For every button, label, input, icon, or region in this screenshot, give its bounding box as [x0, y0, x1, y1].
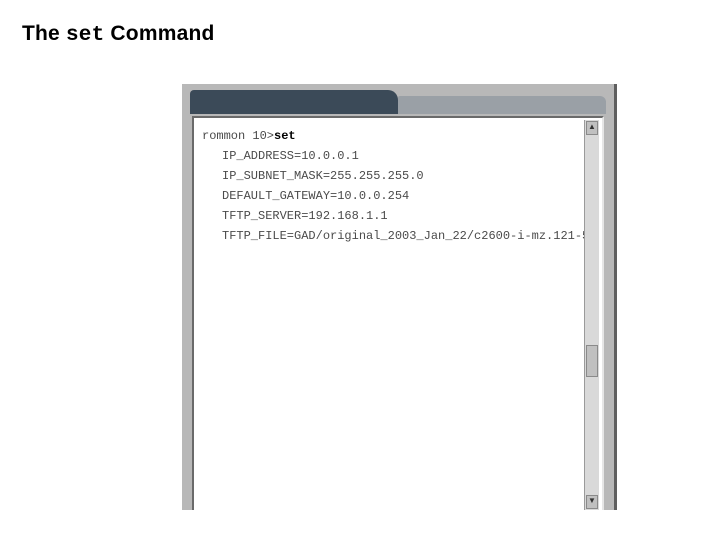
prompt-text: rommon 10>: [202, 129, 274, 143]
terminal-panel: rommon 10>set IP_ADDRESS=10.0.0.1 IP_SUB…: [192, 116, 604, 510]
scroll-thumb[interactable]: [586, 345, 598, 377]
title-cmd: set: [66, 24, 104, 47]
tab-inactive[interactable]: [398, 96, 606, 114]
scrollbar[interactable]: ▲ ▼: [584, 120, 599, 510]
scroll-down-button[interactable]: ▼: [586, 495, 598, 509]
page: The set Command rommon 10>set IP_ADDRESS…: [0, 0, 720, 540]
terminal-line: TFTP_FILE=GAD/original_2003_Jan_22/c2600…: [202, 226, 582, 246]
terminal-line: DEFAULT_GATEWAY=10.0.0.254: [202, 186, 582, 206]
page-title: The set Command: [22, 22, 215, 47]
typed-command: set: [274, 129, 296, 143]
title-pre: The: [22, 22, 66, 45]
tab-bar: [182, 84, 614, 114]
title-post: Command: [104, 22, 214, 45]
terminal-line: IP_ADDRESS=10.0.0.1: [202, 146, 582, 166]
scroll-up-button[interactable]: ▲: [586, 121, 598, 135]
terminal-prompt-line: rommon 10>set: [202, 126, 582, 146]
terminal-line: TFTP_SERVER=192.168.1.1: [202, 206, 582, 226]
terminal-output: rommon 10>set IP_ADDRESS=10.0.0.1 IP_SUB…: [202, 126, 582, 510]
terminal-window: rommon 10>set IP_ADDRESS=10.0.0.1 IP_SUB…: [182, 84, 617, 510]
terminal-line: IP_SUBNET_MASK=255.255.255.0: [202, 166, 582, 186]
tab-active[interactable]: [190, 90, 398, 114]
